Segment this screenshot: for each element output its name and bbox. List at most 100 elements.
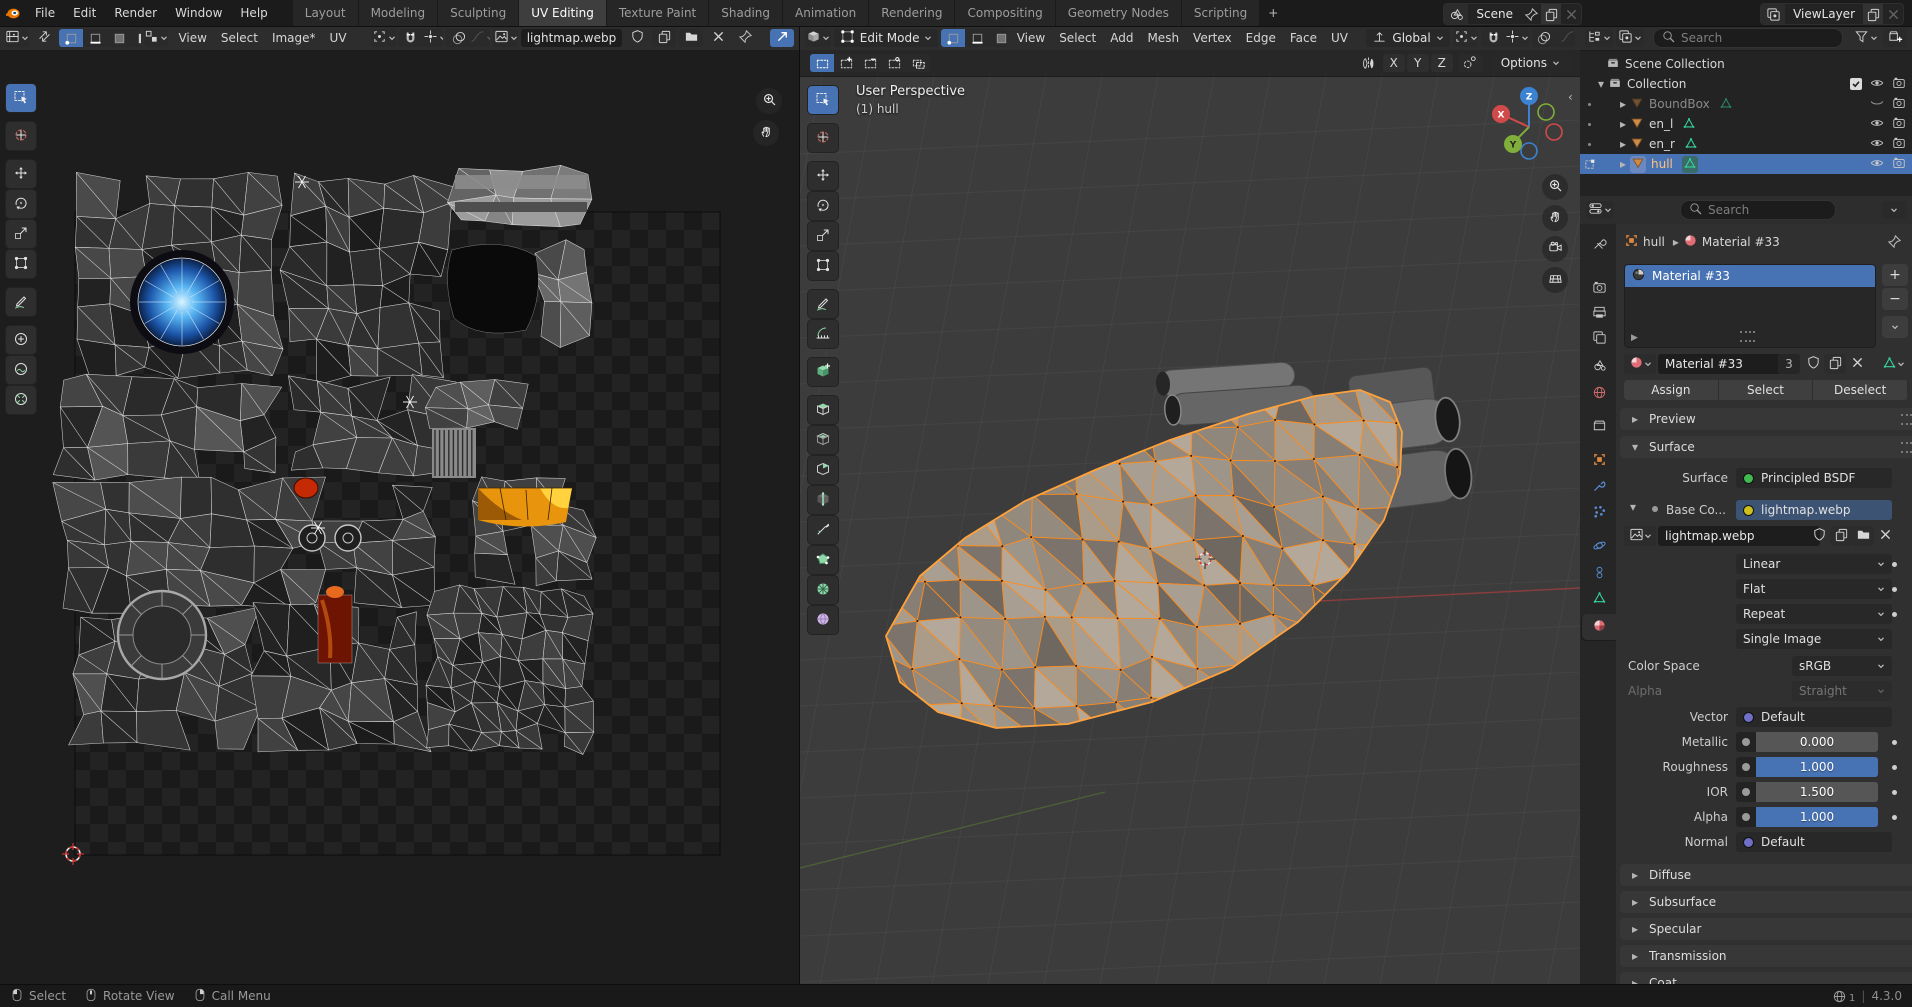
viewport-menu-edge[interactable]: Edge [1239,29,1283,47]
material-copy-button[interactable] [1824,354,1846,374]
image-name-field[interactable]: lightmap.webp [1658,526,1820,546]
outliner-row-en-r[interactable]: ▸en_r [1580,134,1912,154]
workspace-tab-modeling[interactable]: Modeling [359,0,439,26]
surface-shader-field[interactable]: Principled BSDF [1736,468,1892,488]
menu-help[interactable]: Help [231,3,276,23]
input-field-normal[interactable]: Default [1736,832,1892,852]
tool-scale[interactable] [6,220,36,248]
add-slot-button[interactable]: + [1882,264,1908,286]
uv-sync-selection-toggle[interactable] [32,29,56,47]
pin-icon[interactable] [1521,4,1541,24]
panel-transmission[interactable]: ▸Transmission [1620,945,1912,967]
select-op-extend[interactable] [834,54,858,72]
snap-settings-button[interactable] [1505,29,1528,47]
viewlayer-selector[interactable]: ViewLayer [1760,3,1904,25]
tool-bevel[interactable] [808,456,838,484]
image-option-single-image[interactable]: Single Image [1736,629,1892,649]
viewport-ortho-button[interactable] [1542,267,1568,293]
assign-button[interactable]: Assign [1624,380,1719,400]
viewport-menu-add[interactable]: Add [1103,29,1140,47]
navigation-gizmo[interactable]: ZXY [1486,82,1572,168]
pin-id-button[interactable] [1887,234,1902,252]
uv-canvas-area[interactable] [0,50,799,985]
properties-tab-physics[interactable] [1582,534,1616,560]
outliner-row-scene-collection[interactable]: Scene Collection [1580,54,1912,74]
viewport-zoom-button[interactable] [1542,174,1568,200]
select-op-intersect[interactable] [906,54,930,72]
tool-transform[interactable] [808,252,838,280]
tool-cursor[interactable] [808,124,838,152]
image-option-flat[interactable]: Flat [1736,579,1892,599]
properties-tab-object-data[interactable] [1582,586,1616,612]
image-open-button[interactable] [679,29,703,47]
tool-spin[interactable] [808,576,838,604]
viewport-menu-mesh[interactable]: Mesh [1140,29,1186,47]
slider-roughness[interactable]: 1.000 [1756,757,1878,777]
tool-select-box[interactable] [6,84,36,112]
collection-checkbox[interactable] [1850,78,1862,90]
eye-icon[interactable] [1870,156,1884,173]
image-option-linear[interactable]: Linear [1736,554,1892,574]
tool-smooth[interactable] [808,606,838,634]
select-vertex-button[interactable] [941,29,965,47]
select-op-new[interactable] [810,54,834,72]
uv-menu-image[interactable]: Image* [265,29,323,47]
copy-scene-button[interactable] [1541,4,1561,24]
select-face-button[interactable] [989,29,1006,47]
preview-panel-header[interactable]: ▸ Preview [1620,408,1912,430]
properties-search-input[interactable] [1708,203,1828,217]
workspace-tab-animation[interactable]: Animation [783,0,869,26]
panel-grip[interactable] [1901,414,1912,425]
menu-window[interactable]: Window [166,3,231,23]
image-copy-button[interactable] [652,29,676,47]
proportional-edit-icon[interactable] [1532,29,1556,47]
snap-magnet-icon[interactable] [1481,29,1505,47]
image-open-button[interactable] [1852,526,1874,546]
uv-select-edge-button[interactable] [83,29,107,47]
material-users-button[interactable]: 3 [1778,354,1800,374]
properties-search[interactable] [1680,200,1836,220]
camera-icon[interactable] [1892,96,1906,113]
image-unlink-button[interactable] [1874,526,1896,546]
tool-knife[interactable] [808,516,838,544]
slider-metallic[interactable]: 0.000 [1756,732,1878,752]
image-pin-button[interactable] [733,29,757,47]
decorator-dot[interactable] [1892,765,1897,770]
uv-canvas[interactable] [0,50,799,985]
tool-annotate[interactable] [6,288,36,316]
image-fake-user-button[interactable] [1808,526,1830,546]
slider-ior[interactable]: 1.500 [1756,782,1878,802]
select-edge-button[interactable] [965,29,989,47]
select-op-subtract[interactable] [858,54,882,72]
mode-dropdown[interactable]: Edit Mode [834,29,939,47]
properties-tab-modifiers[interactable] [1582,475,1616,501]
uv-menu-select[interactable]: Select [214,29,265,47]
uv-gizmo-button[interactable] [770,29,794,47]
properties-tab-constraints[interactable] [1582,561,1616,587]
menu-file[interactable]: File [26,3,64,23]
tool-rotate[interactable] [808,192,838,220]
viewport-camera-button[interactable] [1542,236,1568,262]
chevron-right-icon[interactable]: ▸ [1616,117,1630,131]
properties-tab-output[interactable] [1582,301,1616,327]
data-filter-button[interactable] [1878,354,1908,374]
properties-tab-material[interactable] [1582,614,1616,640]
workspace-tab-rendering[interactable]: Rendering [869,0,955,26]
outliner-filter-button[interactable] [1852,29,1880,47]
eye-icon[interactable] [1870,76,1884,93]
panel-subsurface[interactable]: ▸Subsurface [1620,891,1912,913]
tool-grab[interactable] [6,326,36,354]
tool-poly-build[interactable] [808,546,838,574]
uv-menu-uv[interactable]: UV [323,29,354,47]
tool-inset[interactable] [808,426,838,454]
image-option-repeat[interactable]: Repeat [1736,604,1892,624]
deselect-button[interactable]: Deselect [1813,380,1908,400]
tool-move[interactable] [6,160,36,188]
socket-button-roughness[interactable] [1736,757,1757,777]
tool-add-cube[interactable] [808,358,838,386]
input-field-vector[interactable]: Default [1736,707,1892,727]
slot-specials-button[interactable] [1882,316,1908,338]
uv-zoom-button[interactable] [756,88,782,114]
eye-icon[interactable] [1870,116,1884,133]
scene-selector[interactable]: Scene [1443,3,1582,25]
